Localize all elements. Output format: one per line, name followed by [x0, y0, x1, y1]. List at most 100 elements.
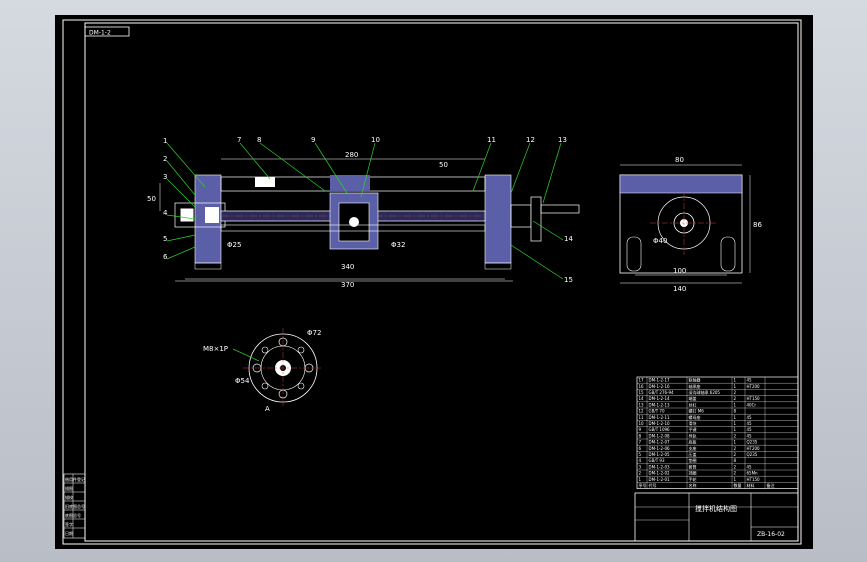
- parts-cell: 压盖: [689, 451, 697, 457]
- parts-cell: DM-1-2-10: [649, 421, 670, 426]
- balloon-8: 8: [257, 136, 261, 144]
- parts-header-cell: 备注: [767, 482, 775, 488]
- stamp-6: 日期: [65, 530, 73, 536]
- balloon-15: 15: [564, 276, 573, 284]
- parts-cell: GB/T 93: [649, 458, 665, 463]
- parts-cell: 3: [639, 464, 642, 469]
- parts-cell: DM-1-2-05: [649, 452, 670, 457]
- parts-header-cell: 名称: [689, 482, 697, 488]
- parts-cell: 1: [734, 384, 737, 389]
- parts-cell: 12: [639, 409, 645, 414]
- balloon-3: 3: [163, 173, 167, 181]
- dim-left-bore: Φ25: [227, 241, 241, 249]
- parts-cell: Q235: [747, 452, 758, 457]
- parts-cell: 45: [747, 433, 753, 438]
- parts-cell: DM-1-2-07: [649, 440, 670, 445]
- drawing-title: 搅拌机结构图: [695, 504, 737, 513]
- side-dim-top-width: 80: [675, 156, 684, 164]
- main-assembly-view: 1 2 3 4 5 6 7 8 9 10 11 12 13 14 15 280 …: [147, 136, 580, 289]
- parts-header-cell: 数量: [734, 482, 742, 488]
- side-dim-bottom-inner: 100: [673, 267, 686, 275]
- parts-cell: 联轴器: [689, 377, 701, 383]
- parts-list: 17 DM-1-2-17 联轴器 1 4516 DM-1-2-16 轴承座 1 HT20015 G…: [636, 377, 799, 489]
- parts-cell: 1: [639, 477, 642, 482]
- parts-cell: 2: [734, 471, 737, 476]
- balloon-4: 4: [163, 209, 168, 217]
- parts-cell: 45: [747, 421, 753, 426]
- parts-cell: 17: [639, 378, 645, 383]
- parts-cell: 底板: [689, 439, 697, 445]
- parts-cell: DM-1-2-17: [649, 378, 670, 383]
- parts-cell: 16: [639, 384, 645, 389]
- balloon-6: 6: [163, 253, 168, 261]
- balloon-7: 7: [237, 136, 241, 144]
- parts-cell: 15: [639, 390, 645, 395]
- parts-cell: 1: [734, 402, 737, 407]
- parts-cell: DM-1-2-06: [649, 446, 670, 451]
- flange-bolt-circle: Φ54: [235, 377, 250, 385]
- drawing-sheet: DM-1-2 借用件登记 描图 描校 旧底图总号 底图总号 签字 日期 1 2 …: [55, 15, 813, 549]
- balloon-1: 1: [163, 137, 167, 145]
- parts-header-cell: 序号: [639, 482, 647, 488]
- balloon-11: 11: [487, 136, 496, 144]
- parts-cell: 1: [734, 415, 737, 420]
- balloon-14: 14: [564, 235, 573, 243]
- parts-cell: 45: [747, 378, 753, 383]
- parts-header-cell: 代号: [649, 482, 657, 488]
- stamp-0: 借用件登记: [65, 476, 85, 482]
- side-view: 80 86 100 140 Φ40: [619, 156, 762, 293]
- side-dim-height: 86: [753, 221, 762, 229]
- parts-cell: HT150: [747, 396, 761, 401]
- parts-cell: 滑块: [689, 420, 697, 426]
- parts-cell: 1: [734, 421, 737, 426]
- parts-cell: 2: [734, 390, 737, 395]
- parts-cell: 8: [734, 409, 737, 414]
- parts-cell: 45: [747, 415, 753, 420]
- dim-top-span: 280: [345, 151, 358, 159]
- parts-cell: 45: [747, 464, 753, 469]
- parts-cell: 螺母座: [689, 414, 701, 420]
- flange-pcd: Φ72: [307, 329, 321, 337]
- parts-cell: 45: [747, 427, 753, 432]
- parts-cell: 1: [734, 378, 737, 383]
- stamp-1: 描图: [65, 485, 73, 491]
- parts-cell: DM-1-2-01: [649, 477, 670, 482]
- flange-thread-note: M8×1P: [203, 345, 228, 353]
- parts-cell: GB/T 1096: [649, 427, 671, 432]
- side-dim-bottom-overall: 140: [673, 285, 686, 293]
- dim-top-inner: 50: [439, 161, 448, 169]
- side-dim-bore: Φ40: [653, 237, 667, 245]
- balloon-10: 10: [371, 136, 380, 144]
- parts-cell: 挡圈: [689, 470, 697, 476]
- parts-cell: 65Mn: [747, 471, 759, 476]
- parts-cell: 平键: [689, 426, 697, 432]
- inner-frame: [84, 22, 799, 542]
- corner-tag: DM-1-2: [89, 30, 111, 37]
- parts-cell: 丝杠: [689, 401, 697, 407]
- dim-left-height: 50: [147, 195, 156, 203]
- cad-viewport: DM-1-2 借用件登记 描图 描校 旧底图总号 底图总号 签字 日期 1 2 …: [0, 0, 867, 562]
- parts-cell: HT150: [747, 477, 761, 482]
- parts-cell: 深沟球轴承 6205: [689, 389, 721, 395]
- dim-bottom-overall: 370: [341, 281, 354, 289]
- parts-cell: 1: [734, 440, 737, 445]
- parts-cell: 13: [639, 402, 645, 407]
- flange-view: M8×1P Φ72 Φ54 A: [203, 328, 323, 413]
- stamp-5: 签字: [65, 521, 73, 527]
- balloon-5: 5: [163, 235, 167, 243]
- parts-cell: GB/T 276-94: [649, 390, 675, 395]
- side-stamp: 借用件登记 描图 描校 旧底图总号 底图总号 签字 日期: [63, 473, 86, 539]
- parts-cell: 2: [734, 446, 737, 451]
- parts-cell: 4: [639, 458, 642, 463]
- parts-cell: 2: [639, 471, 642, 476]
- parts-cell: 10: [639, 421, 645, 426]
- parts-cell: HT200: [747, 446, 761, 451]
- parts-header-cell: 材料: [747, 482, 755, 488]
- parts-cell: 8: [734, 458, 737, 463]
- parts-cell: DM-1-2-16: [649, 384, 670, 389]
- dim-mid-dia: Φ32: [391, 241, 405, 249]
- parts-cell: 2: [734, 464, 737, 469]
- parts-cell: 2: [734, 396, 737, 401]
- balloon-9: 9: [311, 136, 315, 144]
- flange-caption: A: [265, 405, 270, 413]
